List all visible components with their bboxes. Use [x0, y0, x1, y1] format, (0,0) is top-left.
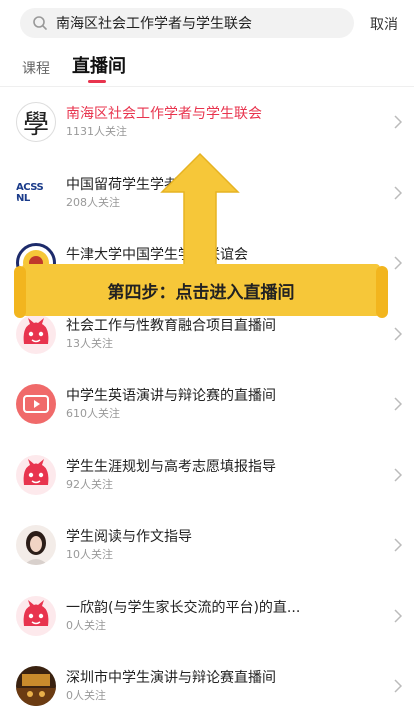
video-icon-avatar	[16, 384, 56, 424]
chevron-right-icon	[394, 185, 402, 200]
tab-course[interactable]: 课程	[22, 58, 50, 78]
xue-logo-avatar: 學	[16, 102, 56, 142]
chevron-right-icon	[394, 538, 402, 552]
item-title: 社会工作与性教育融合项目直播间	[66, 317, 276, 334]
banner-scroll-end	[14, 266, 26, 318]
item-title: 学生生涯规划与高考志愿填报指导	[66, 458, 276, 475]
active-tab-indicator	[88, 80, 106, 83]
tab-live-room[interactable]: 直播间	[72, 52, 126, 78]
item-followers: 0人关注	[66, 618, 106, 632]
item-followers: 92人关注	[66, 477, 113, 491]
item-followers: 13人关注	[66, 336, 113, 350]
search-icon	[33, 16, 47, 30]
item-title: 南海区社会工作学者与学生联会	[66, 106, 262, 122]
list-item[interactable]: 中学生英语演讲与辩论赛的直播间 610人关注	[0, 369, 414, 440]
chevron-right-icon	[394, 326, 402, 341]
banner-scroll-end	[376, 266, 388, 318]
list-item[interactable]: 学生生涯规划与高考志愿填报指导 92人关注	[0, 440, 414, 511]
item-title: 一欣韵(与学生家长交流的平台)的直...	[66, 599, 301, 616]
list-item[interactable]: 深圳市中学生演讲与辩论赛直播间 0人关注	[0, 651, 414, 716]
red-mascot-avatar	[16, 595, 56, 636]
acss-logo-avatar: ACSS NL	[16, 172, 56, 213]
red-mascot-avatar	[16, 313, 56, 354]
red-mascot-avatar	[16, 454, 56, 495]
list-item[interactable]: 學 南海区社会工作学者与学生联会 1131人关注	[0, 87, 414, 158]
chevron-right-icon	[394, 679, 402, 693]
item-title: 学生阅读与作文指导	[66, 529, 192, 545]
item-followers: 208人关注	[66, 195, 120, 209]
item-title: 中学生英语演讲与辩论赛的直播间	[66, 388, 276, 404]
chevron-right-icon	[394, 115, 402, 129]
search-input[interactable]: 南海区社会工作学者与学生联会	[20, 8, 354, 38]
search-query: 南海区社会工作学者与学生联会	[56, 16, 252, 32]
chevron-right-icon	[394, 256, 402, 270]
chevron-right-icon	[394, 608, 402, 623]
item-title: 深圳市中学生演讲与辩论赛直播间	[66, 670, 276, 686]
chevron-right-icon	[394, 467, 402, 482]
item-followers: 610人关注	[66, 407, 120, 420]
item-followers: 1131人关注	[66, 125, 127, 138]
list-item[interactable]: 一欣韵(与学生家长交流的平台)的直... 0人关注	[0, 581, 414, 652]
stage-photo-avatar	[16, 666, 56, 706]
chevron-right-icon	[394, 397, 402, 411]
up-arrow-icon	[160, 152, 240, 271]
item-followers: 0人关注	[66, 689, 106, 702]
item-followers: 10人关注	[66, 548, 113, 561]
girl-photo-avatar	[16, 525, 56, 565]
cancel-button[interactable]: 取消	[370, 14, 398, 34]
instruction-banner: 第四步：点击进入直播间	[14, 264, 388, 318]
tab-bar: 课程 直播间	[0, 52, 414, 86]
list-item[interactable]: 学生阅读与作文指导 10人关注	[0, 510, 414, 581]
banner-text: 第四步：点击进入直播间	[107, 282, 295, 303]
